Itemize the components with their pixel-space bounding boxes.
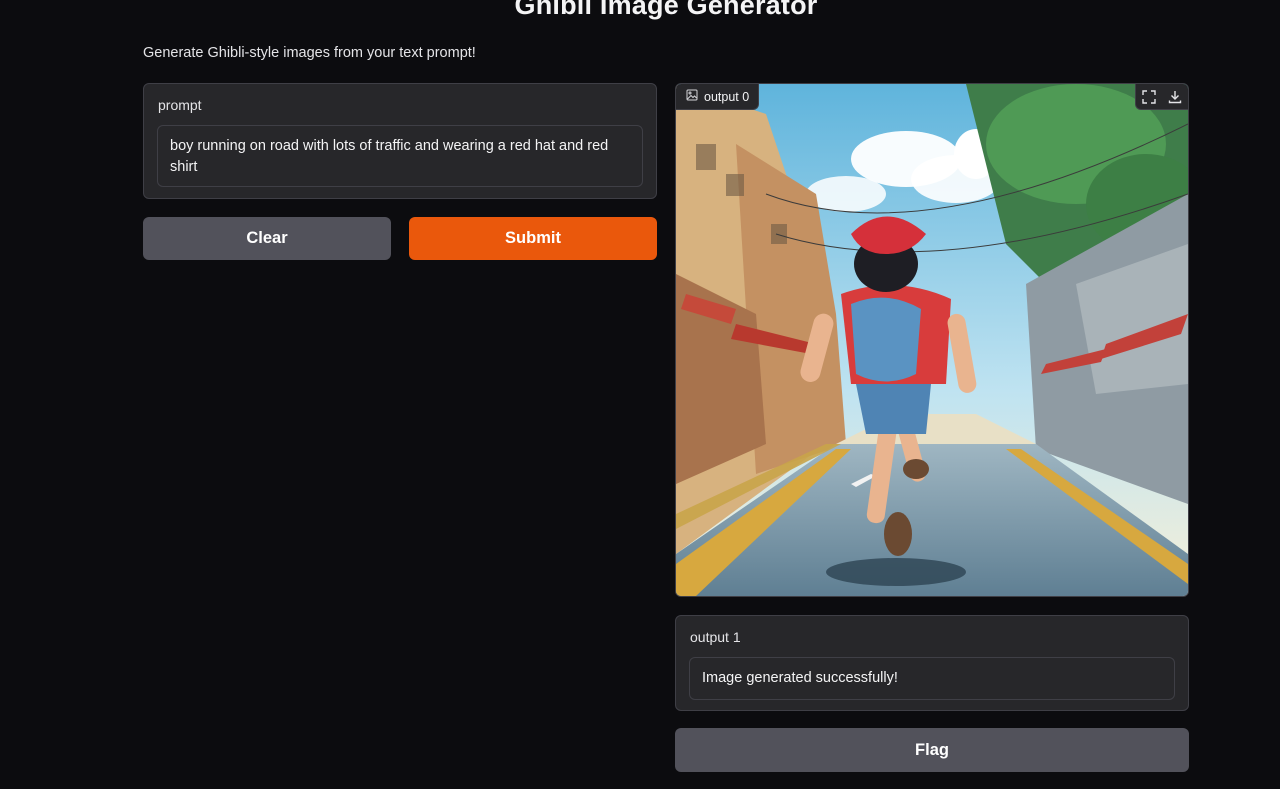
generated-image xyxy=(676,84,1188,596)
submit-button[interactable]: Submit xyxy=(409,217,657,260)
prompt-input[interactable]: boy running on road with lots of traffic… xyxy=(157,125,643,187)
prompt-label: prompt xyxy=(158,97,202,113)
clear-button[interactable]: Clear xyxy=(143,217,391,260)
flag-button[interactable]: Flag xyxy=(675,728,1189,772)
page-description: Generate Ghibli-style images from your t… xyxy=(143,45,476,61)
page-title: Ghibli Image Generator xyxy=(514,0,818,20)
output-text-label: output 1 xyxy=(690,629,741,645)
download-icon[interactable] xyxy=(1162,84,1188,110)
image-icon xyxy=(686,89,698,104)
prompt-block: prompt boy running on road with lots of … xyxy=(143,83,657,199)
image-actions xyxy=(1135,84,1188,110)
output-text-field[interactable]: Image generated successfully! xyxy=(689,657,1175,700)
output-image-block: output 0 xyxy=(675,83,1189,597)
fullscreen-icon[interactable] xyxy=(1136,84,1162,110)
output-image-label: output 0 xyxy=(676,84,760,110)
output-text-block: output 1 Image generated successfully! xyxy=(675,615,1189,711)
output-image-label-text: output 0 xyxy=(704,89,750,104)
